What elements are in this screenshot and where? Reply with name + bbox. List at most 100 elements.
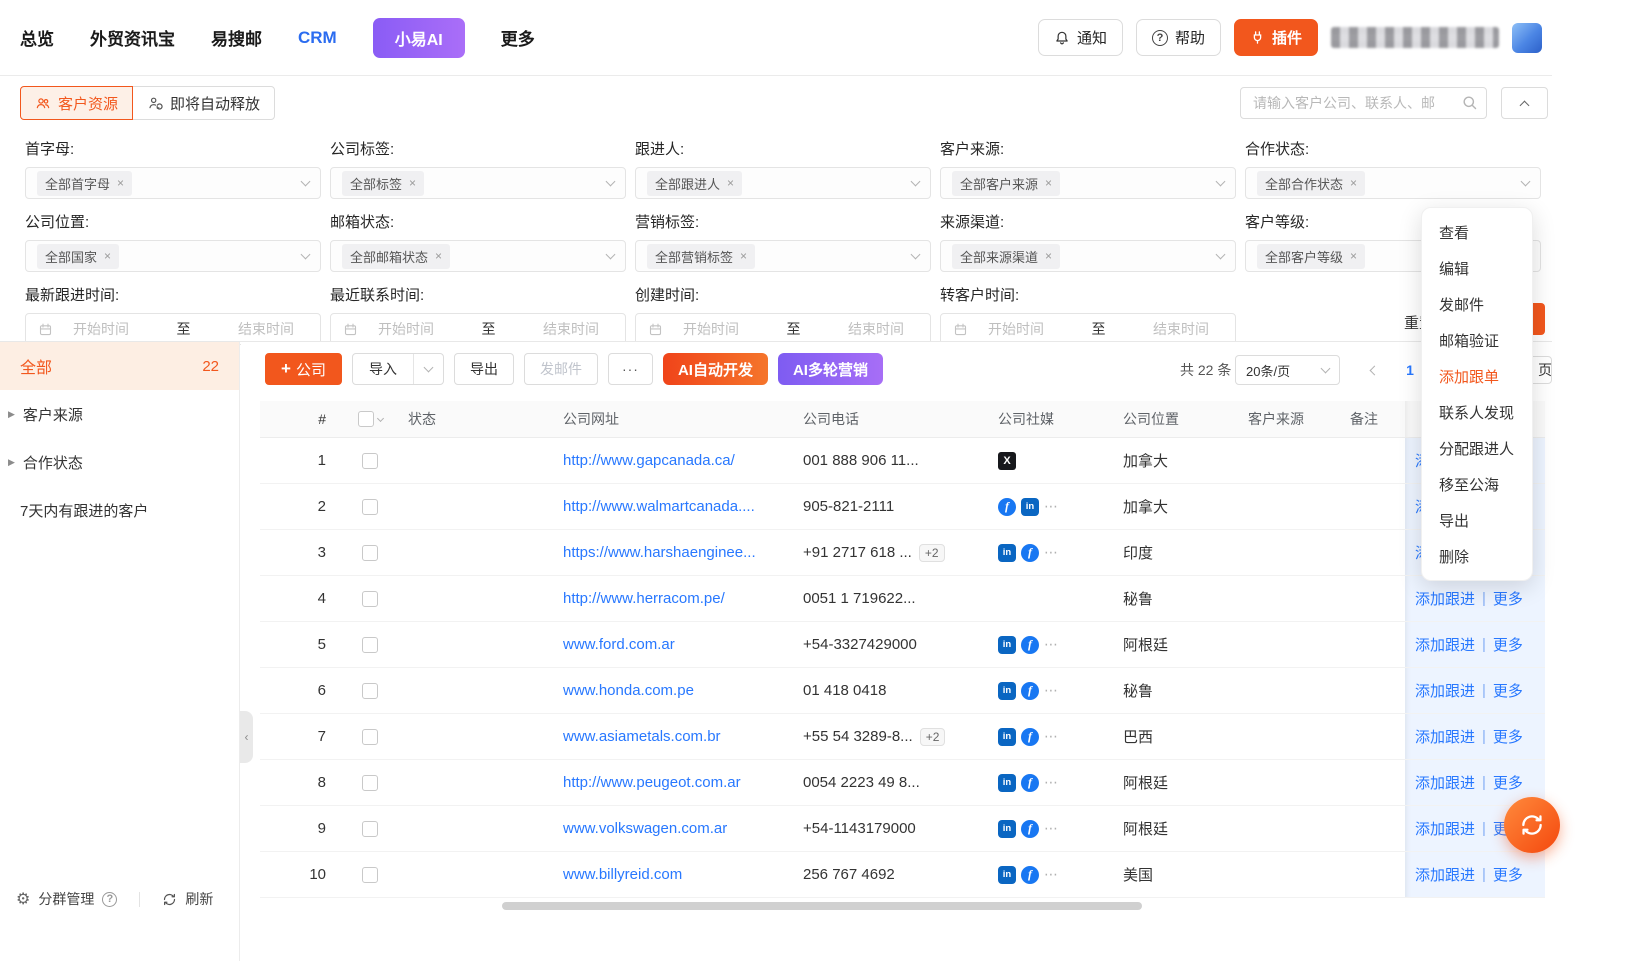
tab-customer-resource[interactable]: 客户资源 bbox=[20, 86, 133, 120]
nav-easy-mail[interactable]: 易搜邮 bbox=[211, 25, 262, 50]
more-social-icon[interactable]: ⋯ bbox=[1044, 682, 1059, 699]
filter-customer-source-select[interactable]: 全部客户来源× bbox=[940, 167, 1236, 199]
remove-tag-icon[interactable]: × bbox=[117, 176, 124, 190]
more-actions-link[interactable]: 更多 bbox=[1493, 588, 1523, 609]
collapse-filters-button[interactable] bbox=[1501, 87, 1548, 119]
expand-triangle-icon[interactable]: ▶ bbox=[8, 457, 15, 468]
company-website-link[interactable]: http://www.walmartcanada.... bbox=[563, 498, 755, 515]
add-followup-link[interactable]: 添加跟进 bbox=[1415, 772, 1475, 793]
company-website-link[interactable]: www.asiametals.com.br bbox=[563, 728, 721, 745]
page-size-select[interactable]: 20条/页 bbox=[1235, 355, 1340, 385]
add-followup-link[interactable]: 添加跟进 bbox=[1415, 818, 1475, 839]
more-social-icon[interactable]: ⋯ bbox=[1044, 728, 1059, 745]
nav-overview[interactable]: 总览 bbox=[20, 25, 54, 50]
linkedin-icon[interactable]: in bbox=[998, 544, 1016, 562]
company-website-link[interactable]: www.ford.com.ar bbox=[563, 636, 675, 653]
gear-icon[interactable]: ⚙ bbox=[16, 889, 30, 909]
more-actions-link[interactable]: 更多 bbox=[1493, 680, 1523, 701]
row-checkbox[interactable] bbox=[362, 775, 378, 791]
help-button[interactable]: ? 帮助 bbox=[1136, 19, 1221, 56]
company-website-link[interactable]: http://www.peugeot.com.ar bbox=[563, 774, 741, 791]
row-checkbox[interactable] bbox=[362, 867, 378, 883]
more-social-icon[interactable]: ⋯ bbox=[1044, 636, 1059, 653]
filter-first-letter-select[interactable]: 全部首字母× bbox=[25, 167, 321, 199]
add-followup-link[interactable]: 添加跟进 bbox=[1415, 680, 1475, 701]
notifications-button[interactable]: 通知 bbox=[1038, 19, 1123, 56]
remove-tag-icon[interactable]: × bbox=[1350, 249, 1357, 263]
menu-add-order[interactable]: 添加跟单 bbox=[1422, 358, 1532, 394]
company-website-link[interactable]: www.honda.com.pe bbox=[563, 682, 694, 699]
row-checkbox[interactable] bbox=[362, 545, 378, 561]
company-website-link[interactable]: http://www.gapcanada.ca/ bbox=[563, 452, 735, 469]
remove-tag-icon[interactable]: × bbox=[435, 249, 442, 263]
facebook-icon[interactable]: f bbox=[1021, 544, 1039, 562]
nav-xiaoyi-ai[interactable]: 小易AI bbox=[373, 18, 465, 58]
select-all-checkbox[interactable] bbox=[358, 411, 374, 427]
filter-company-tag-select[interactable]: 全部标签× bbox=[330, 167, 626, 199]
plugin-button[interactable]: 插件 bbox=[1234, 19, 1318, 56]
phone-extra-badge[interactable]: +2 bbox=[920, 728, 946, 746]
sidebar-item-coop-status[interactable]: ▶ 合作状态 bbox=[0, 438, 239, 486]
sidebar-item-customer-source[interactable]: ▶ 客户来源 bbox=[0, 390, 239, 438]
row-checkbox[interactable] bbox=[362, 453, 378, 469]
remove-tag-icon[interactable]: × bbox=[1045, 249, 1052, 263]
row-checkbox[interactable] bbox=[362, 821, 378, 837]
remove-tag-icon[interactable]: × bbox=[104, 249, 111, 263]
more-social-icon[interactable]: ⋯ bbox=[1044, 774, 1059, 791]
menu-contact-discovery[interactable]: 联系人发现 bbox=[1422, 394, 1532, 430]
page-1-button[interactable]: 1 bbox=[1396, 355, 1424, 385]
customer-search-input[interactable] bbox=[1240, 87, 1487, 119]
remove-tag-icon[interactable]: × bbox=[409, 176, 416, 190]
search-icon[interactable] bbox=[1461, 94, 1478, 116]
row-checkbox[interactable] bbox=[362, 683, 378, 699]
linkedin-icon[interactable]: in bbox=[998, 682, 1016, 700]
remove-tag-icon[interactable]: × bbox=[1350, 176, 1357, 190]
more-social-icon[interactable]: ⋯ bbox=[1044, 544, 1059, 561]
add-followup-link[interactable]: 添加跟进 bbox=[1415, 864, 1475, 885]
x-social-icon[interactable]: X bbox=[998, 452, 1016, 470]
filter-source-channel-select[interactable]: 全部来源渠道× bbox=[940, 240, 1236, 272]
sidebar-item-all[interactable]: 全部 22 bbox=[0, 342, 239, 390]
linkedin-icon[interactable]: in bbox=[998, 728, 1016, 746]
filter-marketing-tag-select[interactable]: 全部营销标签× bbox=[635, 240, 931, 272]
prev-page-button[interactable] bbox=[1362, 355, 1386, 385]
horizontal-scrollbar[interactable] bbox=[502, 902, 1142, 910]
company-website-link[interactable]: http://www.herracom.pe/ bbox=[563, 590, 725, 607]
menu-email-verify[interactable]: 邮箱验证 bbox=[1422, 322, 1532, 358]
user-avatar[interactable] bbox=[1512, 23, 1542, 53]
sidebar-collapse-handle[interactable]: ‹ bbox=[240, 711, 253, 763]
menu-send-email[interactable]: 发邮件 bbox=[1422, 286, 1532, 322]
facebook-icon[interactable]: f bbox=[1021, 682, 1039, 700]
row-checkbox[interactable] bbox=[362, 499, 378, 515]
menu-view[interactable]: 查看 bbox=[1422, 214, 1532, 250]
remove-tag-icon[interactable]: × bbox=[1045, 176, 1052, 190]
refresh-button[interactable]: 刷新 bbox=[185, 889, 213, 909]
menu-delete[interactable]: 删除 bbox=[1422, 538, 1532, 574]
more-social-icon[interactable]: ⋯ bbox=[1044, 866, 1059, 883]
company-website-link[interactable]: www.volkswagen.com.ar bbox=[563, 820, 727, 837]
company-website-link[interactable]: www.billyreid.com bbox=[563, 866, 682, 883]
expand-triangle-icon[interactable]: ▶ bbox=[8, 409, 15, 420]
row-checkbox[interactable] bbox=[362, 591, 378, 607]
filter-company-location-select[interactable]: 全部国家× bbox=[25, 240, 321, 272]
filter-coop-status-select[interactable]: 全部合作状态× bbox=[1245, 167, 1541, 199]
remove-tag-icon[interactable]: × bbox=[740, 249, 747, 263]
sidebar-item-followed-7days[interactable]: 7天内有跟进的客户 bbox=[0, 486, 239, 534]
linkedin-icon[interactable]: in bbox=[998, 636, 1016, 654]
phone-extra-badge[interactable]: +2 bbox=[919, 544, 945, 562]
filter-email-status-select[interactable]: 全部邮箱状态× bbox=[330, 240, 626, 272]
nav-trade-info[interactable]: 外贸资讯宝 bbox=[90, 25, 175, 50]
linkedin-icon[interactable]: in bbox=[998, 774, 1016, 792]
facebook-icon[interactable]: f bbox=[1021, 820, 1039, 838]
linkedin-icon[interactable]: in bbox=[998, 820, 1016, 838]
nav-more[interactable]: 更多 bbox=[501, 25, 535, 50]
more-social-icon[interactable]: ⋯ bbox=[1044, 498, 1059, 515]
facebook-icon[interactable]: f bbox=[1021, 728, 1039, 746]
row-checkbox[interactable] bbox=[362, 729, 378, 745]
facebook-icon[interactable]: f bbox=[1021, 866, 1039, 884]
row-checkbox[interactable] bbox=[362, 637, 378, 653]
more-actions-link[interactable]: 更多 bbox=[1493, 726, 1523, 747]
add-followup-link[interactable]: 添加跟进 bbox=[1415, 634, 1475, 655]
floating-sync-button[interactable] bbox=[1504, 797, 1560, 853]
more-actions-link[interactable]: 更多 bbox=[1493, 864, 1523, 885]
